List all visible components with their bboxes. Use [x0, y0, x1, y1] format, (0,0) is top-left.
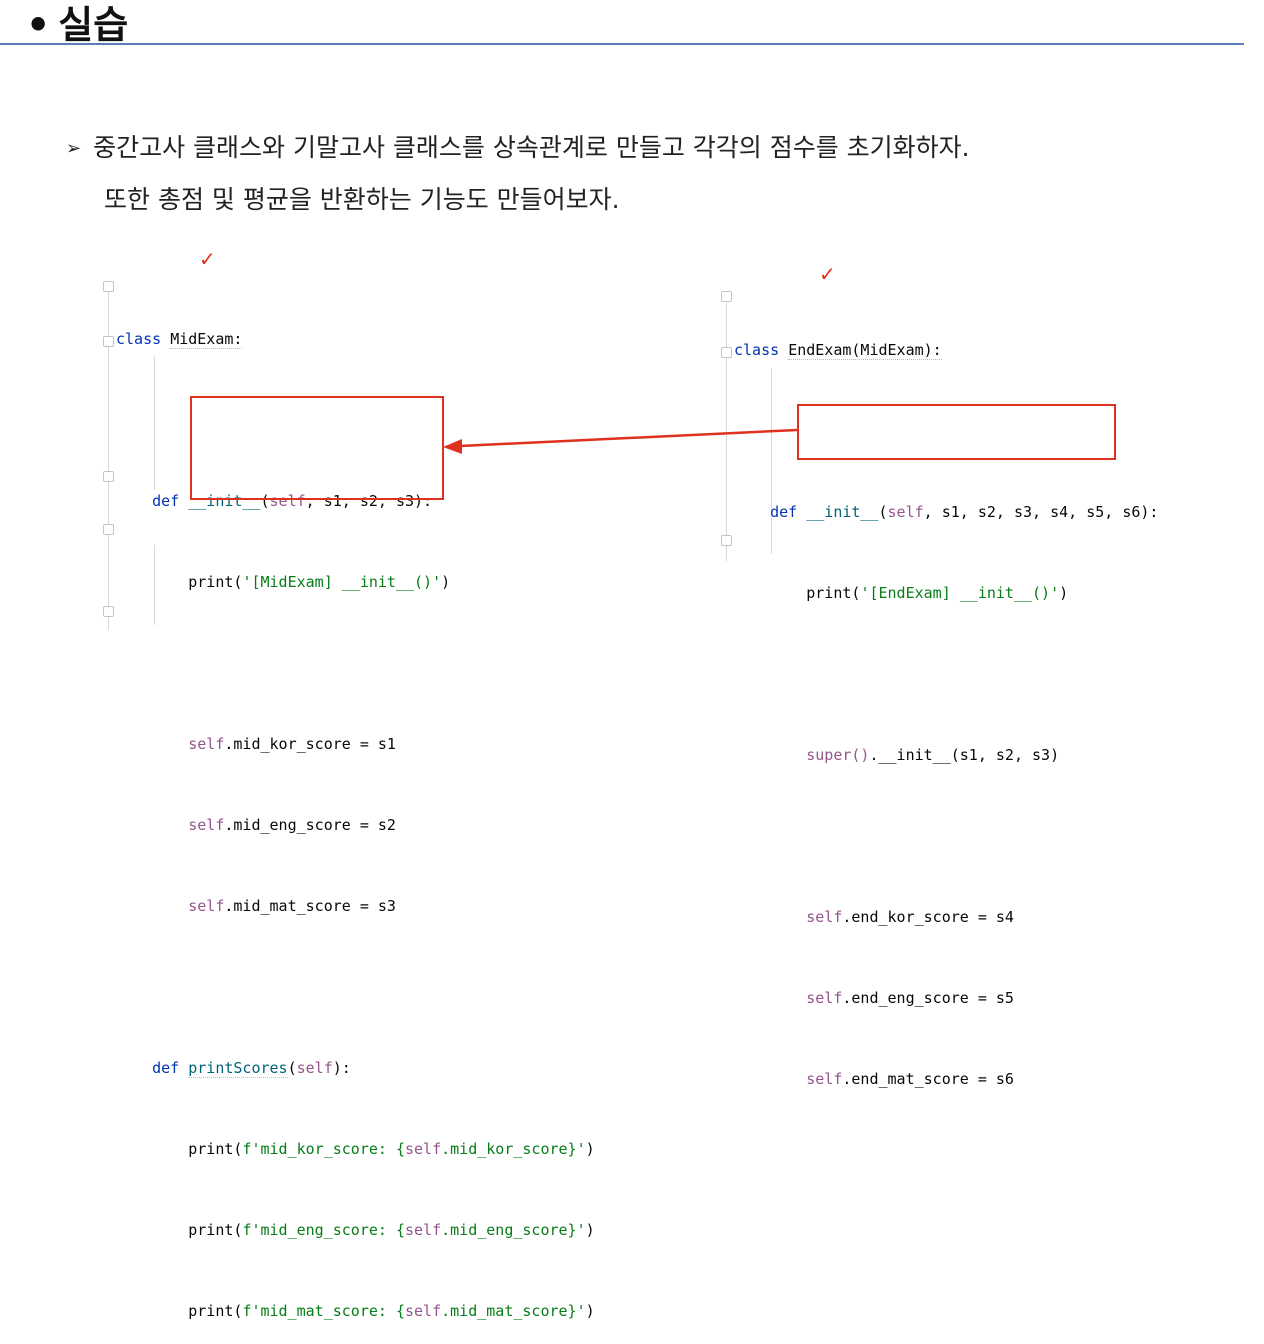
code-text: print( — [188, 1221, 243, 1239]
fold-marker-icon[interactable] — [103, 471, 114, 482]
title-bullet: • — [26, 3, 51, 47]
arrow-bullet-icon: ➢ — [66, 138, 82, 159]
function-name: __init__ — [806, 503, 879, 521]
self-token: self — [806, 989, 843, 1007]
fold-marker-icon[interactable] — [721, 347, 732, 358]
code-text: print( — [806, 584, 861, 602]
string-literal: .mid_kor_score}' — [441, 1140, 586, 1158]
code-text: .end_mat_score = s6 — [842, 1070, 1014, 1088]
string-literal: f'mid_eng_score: { — [242, 1221, 405, 1239]
code-text: .mid_kor_score = s1 — [224, 735, 396, 753]
code-text: ( — [287, 1059, 297, 1077]
description-text-1: 중간고사 클래스와 기말고사 클래스를 상속관계로 만들고 각각의 점수를 초기… — [93, 133, 970, 162]
super-call-highlight-box — [797, 404, 1116, 460]
code-line: print(f'mid_kor_score: {self.mid_kor_sco… — [116, 1136, 595, 1163]
code-text: ): — [332, 1059, 351, 1077]
function-name: printScores — [188, 1059, 288, 1078]
self-token: self — [188, 816, 225, 834]
page-title: • 실습 — [26, 0, 128, 49]
code-line: self.mid_mat_score = s3 — [116, 893, 595, 920]
code-line: self.end_kor_score = s4 — [734, 904, 1158, 931]
code-text: ) — [441, 573, 451, 591]
checkmark-icon: ✓ — [199, 247, 216, 271]
keyword: class — [116, 330, 162, 348]
string-literal: f'mid_mat_score: { — [242, 1302, 405, 1320]
code-text: .end_eng_score = s5 — [842, 989, 1014, 1007]
string-literal: .mid_mat_score}' — [441, 1302, 586, 1320]
string-literal: .mid_eng_score}' — [441, 1221, 586, 1239]
code-line: print(f'mid_mat_score: {self.mid_mat_sco… — [116, 1298, 595, 1325]
self-token: self — [296, 1059, 333, 1077]
code-line: self.mid_kor_score = s1 — [116, 731, 595, 758]
self-token: self — [405, 1140, 442, 1158]
code-text: .__init__(s1, s2, s3) — [869, 746, 1060, 764]
code-text: .end_kor_score = s4 — [842, 908, 1014, 926]
code-text: print( — [188, 1140, 243, 1158]
code-line: def printScores(self): — [116, 1055, 595, 1082]
fold-marker-icon[interactable] — [721, 291, 732, 302]
assignments-highlight-box — [190, 396, 444, 500]
self-token: self — [405, 1302, 442, 1320]
description-text-2: 또한 총점 및 평균을 반환하는 기능도 만들어보자. — [104, 185, 620, 214]
string-literal: '[EndExam] __init__()' — [860, 584, 1060, 602]
description-line-1: ➢ 중간고사 클래스와 기말고사 클래스를 상속관계로 만들고 각각의 점수를 초… — [66, 128, 970, 164]
code-text: .mid_eng_score = s2 — [224, 816, 396, 834]
fold-marker-icon[interactable] — [103, 281, 114, 292]
code-line: class EndExam(MidExam): — [734, 337, 1158, 364]
super-call: super() — [806, 746, 870, 764]
code-text: ) — [585, 1140, 595, 1158]
code-text: , s1, s2, s3, s4, s5, s6): — [923, 503, 1159, 521]
code-line: print('[EndExam] __init__()') — [734, 580, 1158, 607]
description-line-2: 또한 총점 및 평균을 반환하는 기능도 만들어보자. — [104, 180, 620, 216]
code-text: ) — [1059, 584, 1069, 602]
self-token: self — [806, 908, 843, 926]
code-line: self.mid_eng_score = s2 — [116, 812, 595, 839]
string-literal: '[MidExam] __init__()' — [242, 573, 442, 591]
keyword: class — [734, 341, 780, 359]
keyword: def — [152, 1059, 180, 1077]
fold-marker-icon[interactable] — [103, 606, 114, 617]
code-text: ) — [585, 1221, 595, 1239]
code-text: ( — [878, 503, 888, 521]
fold-marker-icon[interactable] — [721, 535, 732, 546]
code-line: def __init__(self, s1, s2, s3, s4, s5, s… — [734, 499, 1158, 526]
keyword: def — [770, 503, 798, 521]
fold-marker-icon[interactable] — [103, 336, 114, 347]
self-token: self — [188, 735, 225, 753]
code-line: print(f'mid_eng_score: {self.mid_eng_sco… — [116, 1217, 595, 1244]
self-token: self — [405, 1221, 442, 1239]
class-name: EndExam(MidExam): — [788, 341, 942, 360]
code-text: .mid_mat_score = s3 — [224, 897, 396, 915]
code-line: self.end_eng_score = s5 — [734, 985, 1158, 1012]
title-text: 실습 — [58, 3, 129, 47]
code-line: print('[MidExam] __init__()') — [116, 569, 595, 596]
code-text: ) — [585, 1302, 595, 1320]
code-line: self.end_mat_score = s6 — [734, 1066, 1158, 1093]
code-line: class MidExam: — [116, 326, 595, 353]
keyword: def — [152, 492, 180, 510]
fold-marker-icon[interactable] — [103, 524, 114, 535]
self-token: self — [188, 897, 225, 915]
checkmark-icon: ✓ — [819, 262, 836, 286]
class-name: MidExam: — [170, 330, 243, 349]
code-text: print( — [188, 1302, 243, 1320]
indent-guide — [726, 303, 727, 561]
self-token: self — [806, 1070, 843, 1088]
code-line: super().__init__(s1, s2, s3) — [734, 742, 1158, 769]
string-literal: f'mid_kor_score: { — [242, 1140, 405, 1158]
self-token: self — [887, 503, 924, 521]
code-text: print( — [188, 573, 243, 591]
title-underline — [0, 43, 1244, 45]
